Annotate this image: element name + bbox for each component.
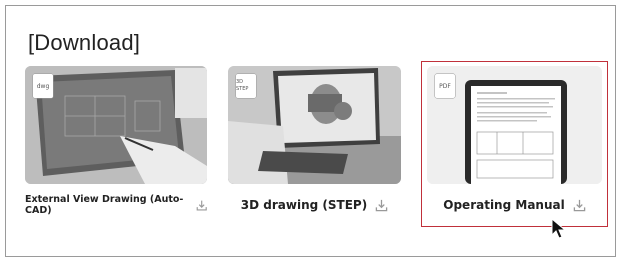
mouse-cursor-icon <box>551 218 567 239</box>
card-label[interactable]: 3D drawing (STEP) <box>241 198 367 212</box>
step-file-icon: 3D STEP <box>236 74 256 98</box>
dwg-file-icon: dwg <box>33 74 53 98</box>
autocad-thumbnail: dwg <box>25 66 207 184</box>
download-card-autocad[interactable]: dwg External View Drawing (Auto-CAD) <box>25 66 207 226</box>
download-card-step[interactable]: 3D STEP 3D drawing (STEP) <box>228 66 401 226</box>
step-thumbnail: 3D STEP <box>228 66 401 184</box>
card-label[interactable]: External View Drawing (Auto-CAD) <box>25 194 188 216</box>
section-title: [Download] <box>28 30 141 55</box>
selected-card-highlight <box>421 61 608 227</box>
download-icon[interactable] <box>196 199 207 212</box>
download-icon[interactable] <box>375 199 388 212</box>
